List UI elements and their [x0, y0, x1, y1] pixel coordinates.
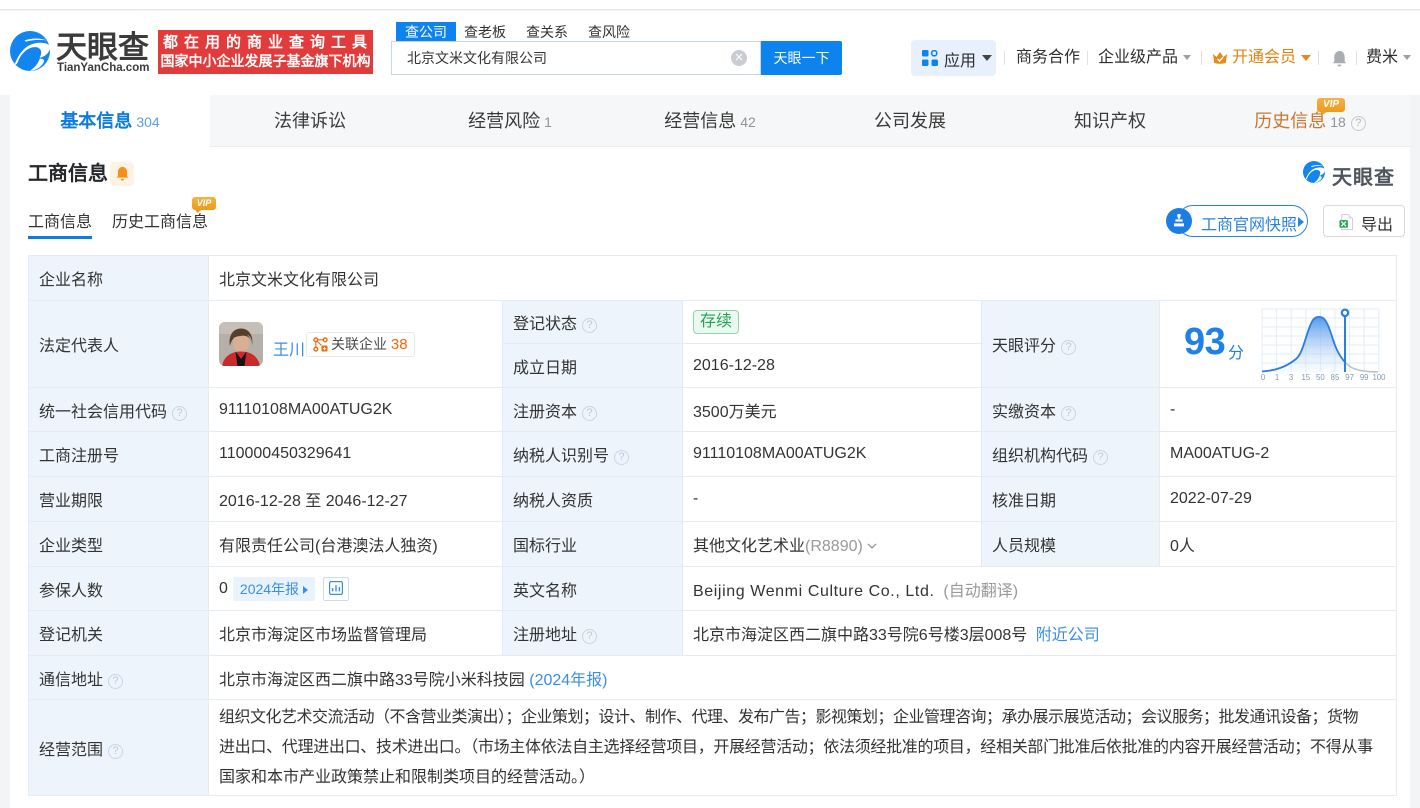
svg-text:99: 99	[1360, 373, 1369, 382]
svg-text:50: 50	[1316, 373, 1325, 382]
svg-text:3: 3	[1289, 373, 1293, 382]
svg-text:100: 100	[1372, 373, 1386, 382]
svg-text:85: 85	[1331, 373, 1340, 382]
svg-text:15: 15	[1301, 373, 1310, 382]
svg-text:97: 97	[1345, 373, 1354, 382]
svg-text:1: 1	[1275, 373, 1279, 382]
svg-text:0: 0	[1261, 373, 1266, 382]
